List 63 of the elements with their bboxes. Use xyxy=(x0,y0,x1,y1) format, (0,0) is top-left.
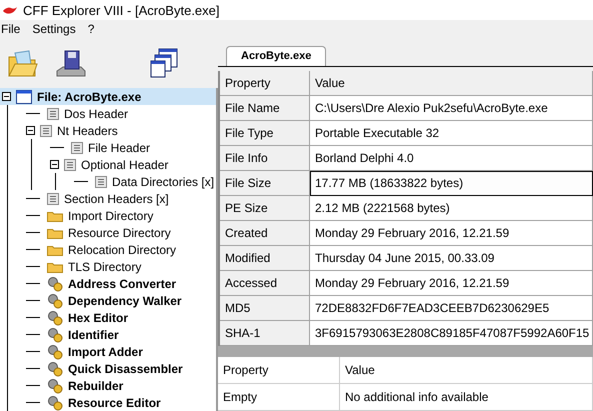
value-cell[interactable]: 3F6915793063E2808C89185F47087F5992A60F15 xyxy=(310,320,593,346)
value-cell[interactable]: Thursday 04 June 2015, 00.33.09 xyxy=(310,246,593,271)
property-cell: MD5 xyxy=(220,296,310,321)
menu-item[interactable]: ? xyxy=(88,22,94,36)
tree-item[interactable]: Data Directories [x] xyxy=(110,174,216,188)
tree-item[interactable]: Relocation Directory xyxy=(66,242,178,256)
folder-icon xyxy=(47,210,63,222)
tree-item[interactable]: File Header xyxy=(86,140,152,154)
property-cell: SHA-1 xyxy=(220,320,310,346)
collapse-toggle[interactable] xyxy=(2,92,11,101)
property-cell: File Size xyxy=(220,170,310,196)
property-cell: File Name xyxy=(220,96,310,121)
value-cell: No additional info available xyxy=(340,384,593,411)
column-header: Property xyxy=(220,70,310,96)
column-header: Value xyxy=(310,70,593,96)
folder-icon xyxy=(47,226,63,238)
collapse-toggle[interactable] xyxy=(50,160,59,169)
tree-item[interactable]: Dos Header xyxy=(62,106,130,120)
tree-item[interactable]: Import Adder xyxy=(66,344,145,358)
value-cell[interactable]: 72DE8832FD6F7EAD3CEEB7D6230629E5 xyxy=(310,296,593,321)
menu-item[interactable]: File xyxy=(1,22,20,36)
tree-item[interactable]: TLS Directory xyxy=(66,260,144,274)
window-title: CFF Explorer VIII - [AcroByte.exe] xyxy=(23,2,220,18)
document-icon xyxy=(71,142,83,154)
menu-item[interactable]: Settings xyxy=(32,22,76,36)
value-cell[interactable]: 2.12 MB (2221568 bytes) xyxy=(310,196,593,221)
document-icon xyxy=(47,108,59,120)
tree-item[interactable]: Quick Disassembler xyxy=(66,362,185,376)
value-cell[interactable]: 17.77 MB (18633822 bytes) xyxy=(310,170,593,196)
property-cell: PE Size xyxy=(220,196,310,221)
tree-item[interactable]: Resource Directory xyxy=(66,226,173,240)
tree-item[interactable]: Hex Editor xyxy=(66,310,130,324)
tree-item[interactable]: Section Headers [x] xyxy=(62,192,171,206)
value-cell[interactable]: Monday 29 February 2016, 12.21.59 xyxy=(310,270,593,296)
column-header: Property xyxy=(218,357,340,384)
document-icon xyxy=(40,124,52,136)
tree-item[interactable]: Dependency Walker xyxy=(66,294,184,308)
collapse-toggle[interactable] xyxy=(26,126,35,135)
folder-icon xyxy=(47,244,63,256)
value-cell[interactable]: Portable Executable 32 xyxy=(310,120,593,146)
tree-item[interactable]: File: AcroByte.exe xyxy=(35,90,144,104)
property-cell: Empty xyxy=(218,384,340,411)
document-icon xyxy=(47,192,59,204)
column-header: Value xyxy=(340,357,593,384)
document-icon xyxy=(95,176,107,188)
tree-item[interactable]: Address Converter xyxy=(66,276,178,290)
property-cell: File Info xyxy=(220,146,310,171)
property-cell: Accessed xyxy=(220,270,310,296)
property-cell: Created xyxy=(220,220,310,246)
tree-item[interactable]: Import Directory xyxy=(66,208,156,222)
tree-item[interactable]: Optional Header xyxy=(79,158,170,172)
tree-item[interactable]: Resource Editor xyxy=(66,396,163,410)
value-cell[interactable]: Monday 29 February 2016, 12.21.59 xyxy=(310,220,593,246)
file-tab[interactable]: AcroByte.exe xyxy=(226,46,326,66)
tree-item[interactable]: Nt Headers xyxy=(55,124,120,138)
property-cell: File Type xyxy=(220,120,310,146)
property-cell: Modified xyxy=(220,246,310,271)
document-icon xyxy=(64,158,76,170)
tree-item[interactable]: Identifier xyxy=(66,328,121,342)
value-cell[interactable]: C:\Users\Dre Alexio Puk2sefu\AcroByte.exe xyxy=(310,96,593,121)
value-cell[interactable]: Borland Delphi 4.0 xyxy=(310,146,593,171)
tree-item[interactable]: Rebuilder xyxy=(66,378,126,392)
folder-icon xyxy=(47,260,63,272)
